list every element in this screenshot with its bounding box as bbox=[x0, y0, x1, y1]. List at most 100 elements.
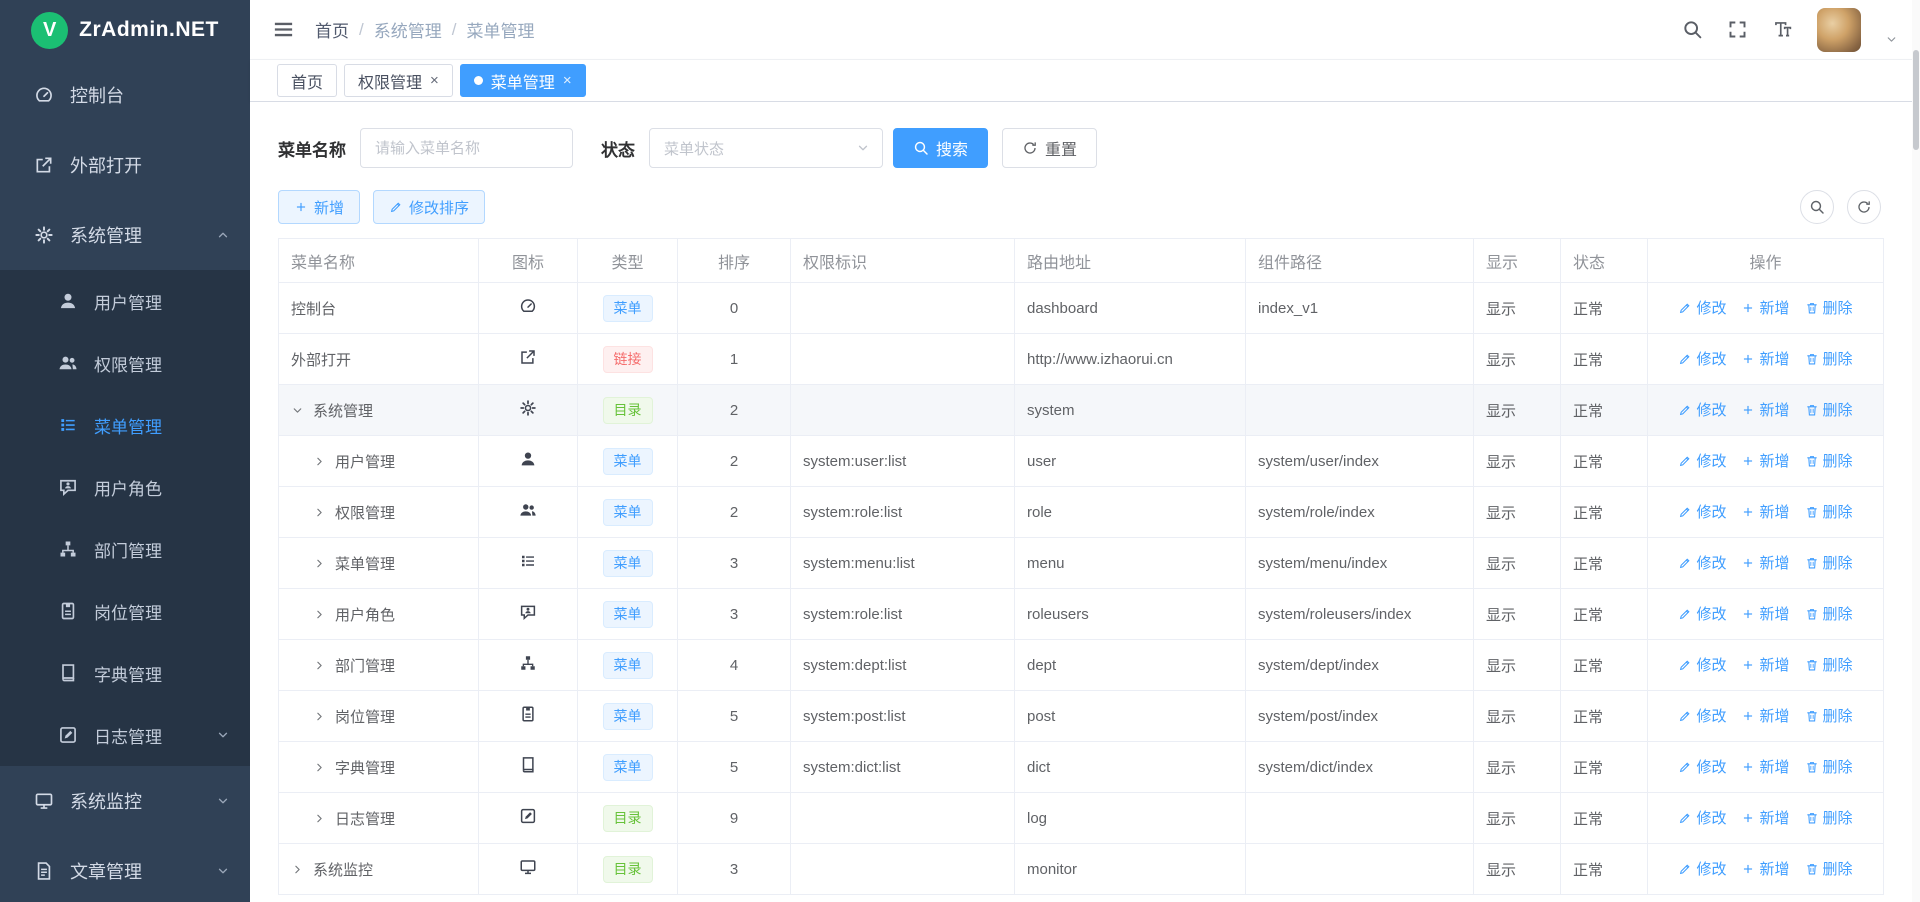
sidebar-item-4[interactable]: 文章管理 bbox=[0, 836, 250, 902]
row-edit-link[interactable]: 修改 bbox=[1678, 654, 1726, 675]
breadcrumb-item[interactable]: 菜单管理 bbox=[466, 17, 534, 42]
sidebar-subitem-2[interactable]: 菜单管理 bbox=[0, 394, 250, 456]
row-add-link[interactable]: 新增 bbox=[1741, 654, 1789, 675]
close-icon[interactable]: × bbox=[430, 73, 439, 88]
table-row[interactable]: 字典管理菜单5system:dict:listdictsystem/dict/i… bbox=[279, 742, 1884, 793]
sort-cell: 3 bbox=[678, 589, 791, 640]
chevron-right-icon[interactable] bbox=[313, 506, 335, 519]
sidebar-item-3[interactable]: 系统监控 bbox=[0, 766, 250, 836]
toggle-search-button[interactable] bbox=[1800, 190, 1834, 224]
row-edit-link[interactable]: 修改 bbox=[1678, 756, 1726, 777]
tab-1[interactable]: 权限管理× bbox=[344, 64, 453, 97]
row-edit-link[interactable]: 修改 bbox=[1678, 807, 1726, 828]
chevron-right-icon[interactable] bbox=[291, 863, 313, 876]
row-delete-link[interactable]: 删除 bbox=[1805, 450, 1853, 471]
table-row[interactable]: 用户角色菜单3system:role:listroleuserssystem/r… bbox=[279, 589, 1884, 640]
row-delete-link[interactable]: 删除 bbox=[1805, 858, 1853, 879]
fullscreen-icon[interactable] bbox=[1727, 19, 1748, 40]
row-edit-link[interactable]: 修改 bbox=[1678, 297, 1726, 318]
reset-button[interactable]: 重置 bbox=[1002, 128, 1097, 168]
row-edit-link[interactable]: 修改 bbox=[1678, 399, 1726, 420]
table-row[interactable]: 日志管理目录9log显示正常修改新增删除 bbox=[279, 793, 1884, 844]
row-edit-link[interactable]: 修改 bbox=[1678, 348, 1726, 369]
scrollbar[interactable] bbox=[1912, 0, 1920, 902]
row-add-link[interactable]: 新增 bbox=[1741, 450, 1789, 471]
breadcrumb-separator: / bbox=[452, 20, 457, 40]
table-row[interactable]: 权限管理菜单2system:role:listrolesystem/role/i… bbox=[279, 487, 1884, 538]
row-delete-link[interactable]: 删除 bbox=[1805, 807, 1853, 828]
row-add-link[interactable]: 新增 bbox=[1741, 348, 1789, 369]
app-logo[interactable]: V ZrAdmin.NET bbox=[0, 0, 250, 60]
row-add-link[interactable]: 新增 bbox=[1741, 501, 1789, 522]
chevron-right-icon[interactable] bbox=[313, 812, 335, 825]
table-row[interactable]: 岗位管理菜单5system:post:listpostsystem/post/i… bbox=[279, 691, 1884, 742]
row-edit-link[interactable]: 修改 bbox=[1678, 552, 1726, 573]
row-edit-link[interactable]: 修改 bbox=[1678, 450, 1726, 471]
sidebar-subitem-7[interactable]: 日志管理 bbox=[0, 704, 250, 766]
table-row[interactable]: 外部打开链接1http://www.izhaorui.cn显示正常修改新增删除 bbox=[279, 334, 1884, 385]
search-button[interactable]: 搜索 bbox=[893, 128, 988, 168]
chevron-right-icon[interactable] bbox=[313, 761, 335, 774]
breadcrumb-item[interactable]: 首页 bbox=[315, 17, 349, 42]
table-row[interactable]: 系统监控目录3monitor显示正常修改新增删除 bbox=[279, 844, 1884, 895]
row-delete-link[interactable]: 删除 bbox=[1805, 348, 1853, 369]
sidebar-subitem-3[interactable]: 用户角色 bbox=[0, 456, 250, 518]
row-edit-link[interactable]: 修改 bbox=[1678, 705, 1726, 726]
row-add-link[interactable]: 新增 bbox=[1741, 807, 1789, 828]
row-delete-link[interactable]: 删除 bbox=[1805, 756, 1853, 777]
sidebar-item-0[interactable]: 控制台 bbox=[0, 60, 250, 130]
row-delete-link[interactable]: 删除 bbox=[1805, 399, 1853, 420]
chevron-right-icon[interactable] bbox=[313, 557, 335, 570]
row-delete-link[interactable]: 删除 bbox=[1805, 705, 1853, 726]
sidebar-subitem-0[interactable]: 用户管理 bbox=[0, 270, 250, 332]
status-label: 状态 bbox=[601, 136, 635, 161]
chevron-right-icon[interactable] bbox=[313, 455, 335, 468]
breadcrumb-item[interactable]: 系统管理 bbox=[374, 17, 442, 42]
row-add-link[interactable]: 新增 bbox=[1741, 705, 1789, 726]
scrollbar-thumb[interactable] bbox=[1913, 50, 1919, 150]
row-add-link[interactable]: 新增 bbox=[1741, 399, 1789, 420]
row-add-link[interactable]: 新增 bbox=[1741, 756, 1789, 777]
tab-0[interactable]: 首页 bbox=[277, 64, 337, 97]
add-button[interactable]: 新增 bbox=[278, 190, 360, 224]
row-add-link[interactable]: 新增 bbox=[1741, 552, 1789, 573]
row-add-link[interactable]: 新增 bbox=[1741, 858, 1789, 879]
row-add-link[interactable]: 新增 bbox=[1741, 297, 1789, 318]
close-icon[interactable]: × bbox=[563, 73, 572, 88]
row-delete-link[interactable]: 删除 bbox=[1805, 552, 1853, 573]
status-select[interactable]: 菜单状态 bbox=[649, 128, 883, 168]
row-edit-link[interactable]: 修改 bbox=[1678, 603, 1726, 624]
table-row[interactable]: 用户管理菜单2system:user:listusersystem/user/i… bbox=[279, 436, 1884, 487]
menu-name-input[interactable] bbox=[360, 128, 573, 168]
row-delete-link[interactable]: 删除 bbox=[1805, 501, 1853, 522]
sidebar-item-1[interactable]: 外部打开 bbox=[0, 130, 250, 200]
sidebar-item-2[interactable]: 系统管理 bbox=[0, 200, 250, 270]
row-add-link[interactable]: 新增 bbox=[1741, 603, 1789, 624]
sidebar-subitem-5[interactable]: 岗位管理 bbox=[0, 580, 250, 642]
chevron-down-icon[interactable] bbox=[291, 404, 313, 417]
table-row[interactable]: 菜单管理菜单3system:menu:listmenusystem/menu/i… bbox=[279, 538, 1884, 589]
table-row[interactable]: 控制台菜单0dashboardindex_v1显示正常修改新增删除 bbox=[279, 283, 1884, 334]
sidebar-subitem-6[interactable]: 字典管理 bbox=[0, 642, 250, 704]
chevron-right-icon[interactable] bbox=[313, 608, 335, 621]
refresh-table-button[interactable] bbox=[1847, 190, 1881, 224]
table-row[interactable]: 系统管理目录2system显示正常修改新增删除 bbox=[279, 385, 1884, 436]
sidebar-subitem-1[interactable]: 权限管理 bbox=[0, 332, 250, 394]
sidebar-subitem-4[interactable]: 部门管理 bbox=[0, 518, 250, 580]
sort-cell: 5 bbox=[678, 691, 791, 742]
tab-2[interactable]: 菜单管理× bbox=[460, 64, 586, 97]
row-delete-link[interactable]: 删除 bbox=[1805, 603, 1853, 624]
user-avatar[interactable] bbox=[1817, 8, 1861, 52]
row-delete-link[interactable]: 删除 bbox=[1805, 297, 1853, 318]
chevron-right-icon[interactable] bbox=[313, 659, 335, 672]
row-edit-link[interactable]: 修改 bbox=[1678, 501, 1726, 522]
hamburger-icon[interactable] bbox=[272, 18, 295, 41]
font-size-icon[interactable] bbox=[1772, 19, 1793, 40]
row-delete-link[interactable]: 删除 bbox=[1805, 654, 1853, 675]
search-icon[interactable] bbox=[1682, 19, 1703, 40]
chevron-right-icon[interactable] bbox=[313, 710, 335, 723]
avatar-dropdown-caret-icon[interactable] bbox=[1885, 33, 1898, 46]
modify-sort-button[interactable]: 修改排序 bbox=[373, 190, 485, 224]
table-row[interactable]: 部门管理菜单4system:dept:listdeptsystem/dept/i… bbox=[279, 640, 1884, 691]
row-edit-link[interactable]: 修改 bbox=[1678, 858, 1726, 879]
